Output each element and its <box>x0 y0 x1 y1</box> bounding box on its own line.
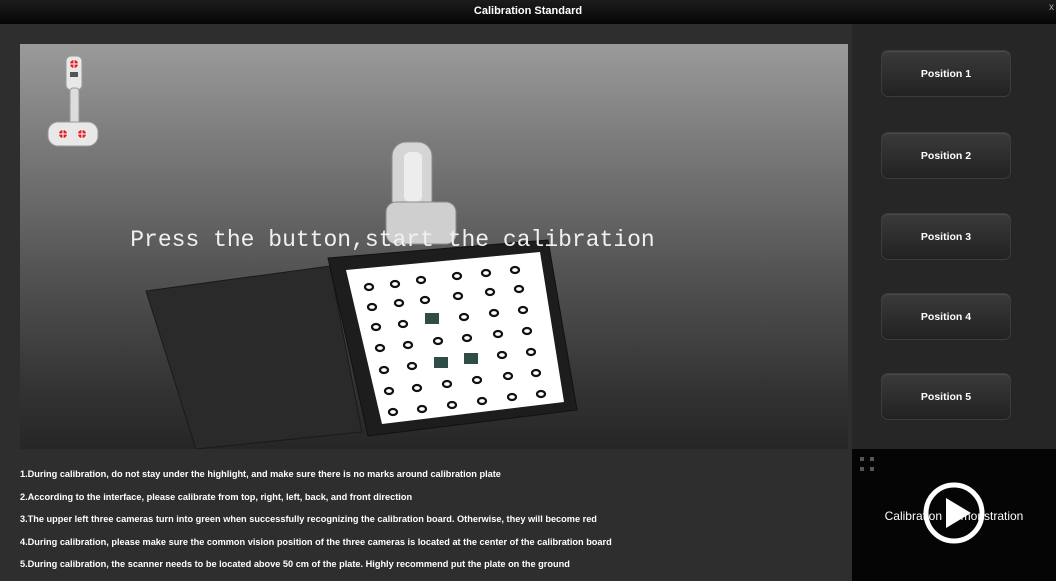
position-4-button[interactable]: Position 4 <box>881 293 1011 340</box>
instruction-line: 2.According to the interface, please cal… <box>20 491 413 502</box>
play-icon[interactable] <box>923 482 985 544</box>
instructions-list: 1.During calibration, do not stay under … <box>20 466 850 579</box>
calibration-viewport: Press the button,start the calibration <box>20 44 848 449</box>
position-3-button[interactable]: Position 3 <box>881 213 1011 260</box>
scanner-model <box>385 141 457 245</box>
scanner-status-icon <box>47 55 99 147</box>
scene-3d <box>47 55 578 449</box>
instruction-line: 4.During calibration, please make sure t… <box>20 536 612 547</box>
calibration-board <box>145 239 578 449</box>
instruction-line: 5.During calibration, the scanner needs … <box>20 559 570 569</box>
position-1-button[interactable]: Position 1 <box>881 50 1011 97</box>
demonstration-video[interactable]: Calibration Demonstration <box>852 449 1056 581</box>
close-icon[interactable]: x <box>1049 2 1054 13</box>
instruction-line: 1.During calibration, do not stay under … <box>20 469 501 479</box>
fullscreen-icon[interactable] <box>860 457 874 471</box>
title-bar: Calibration Standard x <box>0 0 1056 25</box>
instruction-line: 3.The upper left three cameras turn into… <box>20 514 597 524</box>
position-2-button[interactable]: Position 2 <box>881 132 1011 179</box>
window-title: Calibration Standard <box>473 5 583 17</box>
position-5-button[interactable]: Position 5 <box>881 373 1011 420</box>
